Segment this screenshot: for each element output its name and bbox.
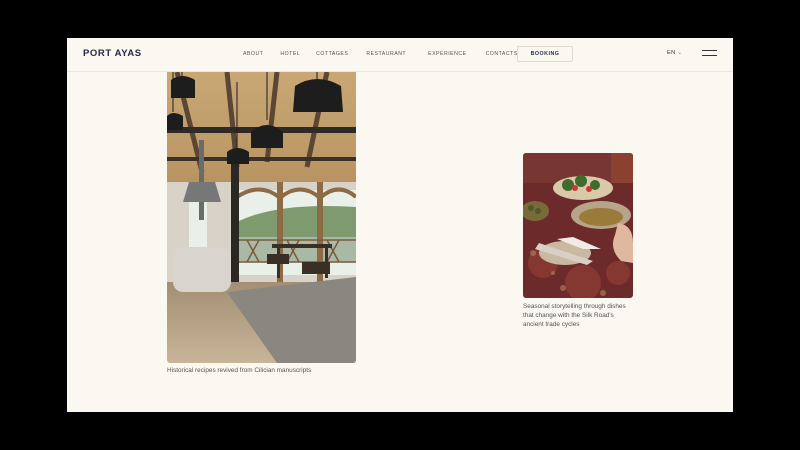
booking-button[interactable]: BOOKING [517,46,573,62]
hamburger-menu-icon[interactable] [702,49,717,57]
restaurant-interior-photo [167,72,356,363]
language-selector[interactable]: EN ⌄ [667,50,682,56]
chevron-down-icon: ⌄ [677,50,683,56]
nav-restaurant[interactable]: RESTAURANT [366,51,406,57]
caption-food: Seasonal storytelling through dishes tha… [523,303,626,328]
nav-experience[interactable]: EXPERIENCE [428,51,466,57]
site-header: PORT AYAS ABOUT HOTEL COTTAGES RESTAURAN… [67,38,733,72]
caption-interior: Historical recipes revived from Cilician… [167,367,312,374]
language-label: EN [667,50,676,56]
nav-about[interactable]: ABOUT [243,51,263,57]
logo[interactable]: PORT AYAS [83,48,142,59]
nav-contacts[interactable]: CONTACTS [486,51,518,57]
page: PORT AYAS ABOUT HOTEL COTTAGES RESTAURAN… [67,38,733,412]
nav-hotel[interactable]: HOTEL [280,51,300,57]
nav-cottages[interactable]: COTTAGES [316,51,348,57]
food-photo [523,153,633,298]
main-nav: ABOUT HOTEL COTTAGES RESTAURANT EXPERIEN… [243,51,536,57]
